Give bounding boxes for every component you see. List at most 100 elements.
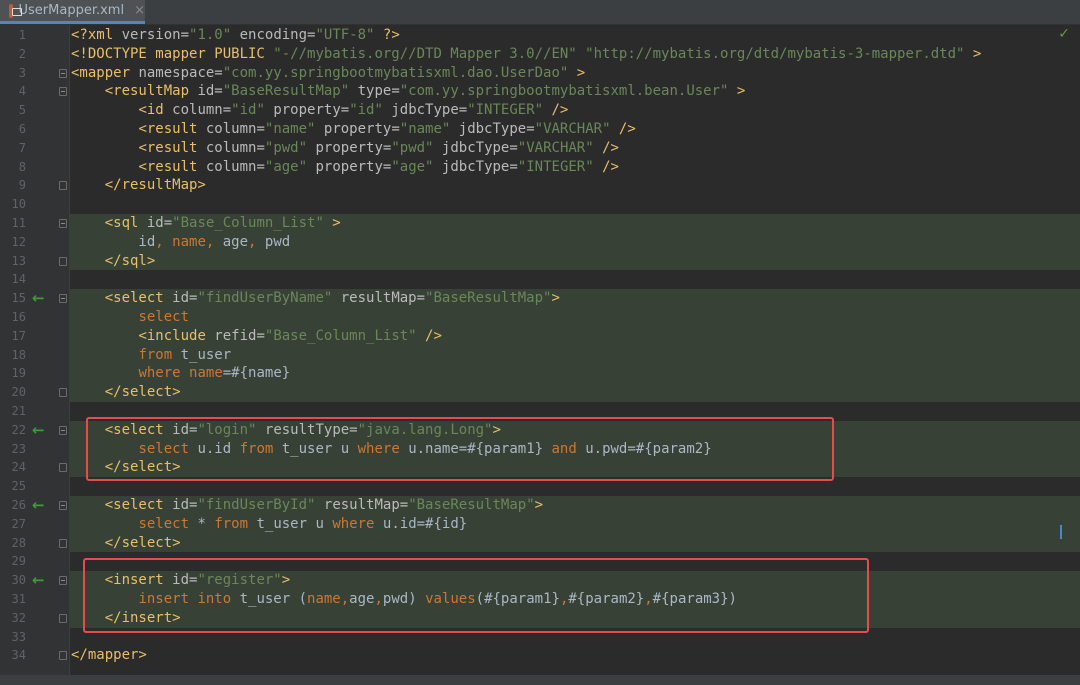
- code-token: "VARCHAR": [534, 121, 611, 137]
- tab-usermapper-xml[interactable]: UserMapper.xml ×: [0, 0, 145, 24]
- line-number: 20: [11, 385, 26, 400]
- code-token: namespace=: [130, 64, 223, 81]
- code-token: <id: [138, 102, 164, 119]
- code-token: >: [551, 290, 560, 307]
- code-line: select: [71, 308, 189, 327]
- scrollbar-marker[interactable]: [1060, 525, 1062, 539]
- code-token: <resultMap: [104, 83, 190, 100]
- fold-collapse-icon[interactable]: [59, 501, 67, 510]
- line-number: 29: [11, 554, 26, 569]
- line-number: 17: [11, 328, 26, 343]
- line-number: 10: [11, 197, 26, 212]
- line-number: 31: [11, 592, 26, 606]
- code-token: property=: [315, 121, 400, 137]
- code-line: </sql>: [71, 252, 156, 271]
- code-token: jdbcType=: [382, 102, 468, 119]
- code-token: <!DOCTYPE mapper PUBLIC: [71, 45, 274, 62]
- line-number: 30: [11, 573, 26, 588]
- navigate-arrow-icon[interactable]: ←: [32, 421, 45, 440]
- code-token: id=: [163, 497, 198, 513]
- fold-end-icon[interactable]: [59, 388, 67, 398]
- line-number: 5: [18, 103, 26, 118]
- fold-collapse-icon[interactable]: [59, 425, 67, 435]
- code-token: column=: [197, 158, 265, 175]
- navigate-arrow-icon[interactable]: ←: [32, 289, 45, 308]
- code-token: from: [214, 515, 249, 532]
- fold-end-icon[interactable]: [59, 613, 67, 623]
- line-number: 24: [11, 460, 26, 475]
- horizontal-scrollbar[interactable]: [0, 675, 1080, 685]
- line-number: 22: [11, 422, 26, 437]
- code-token: </sql>: [104, 252, 156, 269]
- code-token: />: [543, 102, 569, 119]
- fold-collapse-icon[interactable]: [59, 87, 67, 97]
- code-token: "findUserByName": [197, 290, 333, 307]
- line-number: 18: [11, 347, 26, 362]
- code-token: "Base_Column_List": [172, 215, 324, 231]
- code-token: <result: [138, 139, 198, 156]
- code-token: where: [138, 365, 181, 382]
- line-number: 2: [18, 46, 26, 61]
- code-token: <?xml: [71, 27, 122, 43]
- code-line: </select>: [71, 534, 181, 553]
- tab-close-button[interactable]: ×: [134, 3, 145, 18]
- code-token: where: [332, 515, 375, 532]
- code-token: "age": [264, 158, 308, 175]
- code-token: />: [593, 158, 619, 175]
- fold-collapse-icon[interactable]: [59, 68, 67, 78]
- xml-file-icon: [9, 3, 21, 18]
- fold-end-icon[interactable]: [59, 256, 67, 266]
- code-line: <?xml version="1.0" encoding="UTF-8" ?>: [71, 26, 400, 45]
- code-token: select: [138, 515, 190, 532]
- code-token: "UTF-8": [315, 27, 375, 43]
- code-line: <resultMap id="BaseResultMap" type="com.…: [71, 82, 746, 101]
- fold-collapse-icon[interactable]: [59, 294, 67, 304]
- code-token: refid=: [205, 327, 265, 344]
- code-token: "com.yy.springbootmybatisxml.dao.UserDao…: [222, 64, 569, 81]
- code-token: property=: [264, 102, 350, 119]
- fold-end-icon[interactable]: [59, 463, 67, 473]
- fold-collapse-icon[interactable]: [59, 576, 67, 586]
- code-token: *: [189, 515, 215, 532]
- code-token: id=: [163, 290, 198, 307]
- code-token: <sql: [104, 215, 139, 231]
- code-line: <result column="pwd" property="pwd" jdbc…: [71, 139, 619, 158]
- code-token: "name": [264, 121, 316, 137]
- line-number: 33: [11, 629, 26, 644]
- code-token: jdbcType=: [433, 139, 518, 156]
- fold-collapse-icon[interactable]: [59, 219, 67, 228]
- fold-end-icon[interactable]: [59, 181, 67, 191]
- navigate-arrow-icon[interactable]: ←: [32, 496, 45, 515]
- code-line: <id column="id" property="id" jdbcType="…: [71, 101, 568, 120]
- code-token: </select>: [104, 534, 181, 551]
- code-token: "INTEGER": [467, 102, 544, 119]
- code-token: column=: [163, 102, 232, 119]
- code-token: </resultMap>: [104, 177, 206, 194]
- code-line: from t_user: [71, 346, 231, 365]
- code-token: name: [189, 365, 223, 382]
- fold-end-icon[interactable]: [59, 651, 67, 661]
- code-line: <include refid="Base_Column_List" />: [71, 327, 441, 346]
- line-number: 21: [11, 404, 26, 418]
- code-token: "INTEGER": [517, 158, 594, 175]
- highlight-box-register: [83, 558, 869, 633]
- code-token: id=: [138, 215, 173, 231]
- line-number: 14: [11, 272, 26, 287]
- code-token: ,: [248, 233, 265, 250]
- code-token: "name": [399, 121, 451, 137]
- code-token: "Base_Column_List": [264, 327, 417, 344]
- fold-end-icon[interactable]: [59, 538, 67, 548]
- code-token: u.id=#{id}: [374, 515, 468, 532]
- code-token: >: [728, 83, 746, 100]
- navigate-arrow-icon[interactable]: ←: [32, 571, 45, 590]
